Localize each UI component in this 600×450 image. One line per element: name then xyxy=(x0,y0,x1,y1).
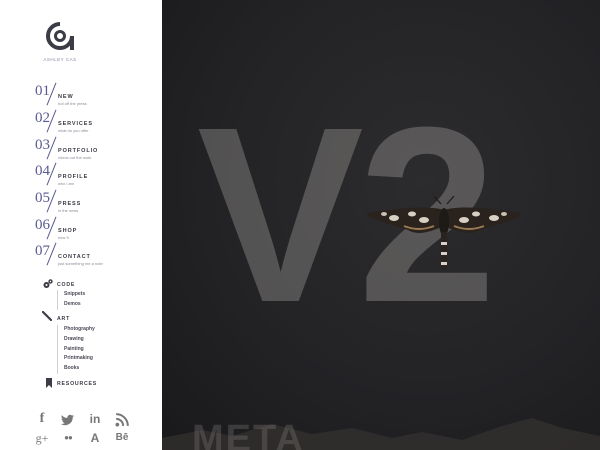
section-title-code[interactable]: CODE xyxy=(57,282,75,288)
nav-number: 01 xyxy=(35,83,50,99)
linkedin-icon[interactable]: in xyxy=(88,412,102,426)
nav-item-new[interactable]: 01 NEW hot off the press xyxy=(35,82,155,108)
nav-title: CONTACT xyxy=(58,254,91,260)
nav-item-portfolio[interactable]: 03 PORTFOLIO check out the work xyxy=(35,136,155,162)
a-icon[interactable]: A xyxy=(88,431,102,445)
brand-name: ASHLEY CAS xyxy=(43,57,77,62)
facebook-icon[interactable]: f xyxy=(35,412,49,426)
moth-image xyxy=(366,196,522,270)
nav-item-press[interactable]: 05 PRESS in the news xyxy=(35,189,155,215)
nav-subtitle: hot off the press xyxy=(58,101,87,106)
hero-panel: V2 META xyxy=(162,0,600,450)
nav-subtitle: check out the work xyxy=(58,155,92,160)
gears-icon xyxy=(43,279,53,288)
logo-icon[interactable] xyxy=(45,20,75,54)
nav-item-shop[interactable]: 06 SHOP new 5 xyxy=(35,216,155,242)
nav-number: 06 xyxy=(35,217,50,233)
nav-title: SHOP xyxy=(58,228,78,234)
flickr-icon[interactable]: ●● xyxy=(61,431,75,445)
nav-number: 05 xyxy=(35,190,50,206)
nav-subtitle: new 5 xyxy=(58,235,69,240)
nav-item-profile[interactable]: 04 PROFILE who i am xyxy=(35,162,155,188)
sidebar: ASHLEY CAS 01 NEW hot off the press 02 S… xyxy=(0,0,162,450)
nav-number: 02 xyxy=(35,110,50,126)
nav-title: SERVICES xyxy=(58,121,93,127)
nav-item-services[interactable]: 02 SERVICES what do you offer xyxy=(35,109,155,135)
sublink-books[interactable]: Books xyxy=(58,364,95,374)
nav-title: PRESS xyxy=(58,201,82,207)
sublink-photography[interactable]: Photography xyxy=(58,325,95,335)
nav-item-contact[interactable]: 07 CONTACT just something me a note xyxy=(35,242,155,268)
sublink-printmaking[interactable]: Printmaking xyxy=(58,354,95,364)
sublink-snippets[interactable]: Snippets xyxy=(58,290,85,300)
google-plus-icon[interactable]: g+ xyxy=(35,431,49,445)
sublink-drawing[interactable]: Drawing xyxy=(58,335,95,345)
section-title-resources[interactable]: RESOURCES xyxy=(57,381,97,387)
nav-subtitle: who i am xyxy=(58,181,75,186)
nav-title: NEW xyxy=(58,94,74,100)
hero-bottom-text: META xyxy=(192,418,305,450)
sublink-demos[interactable]: Demos xyxy=(58,300,85,310)
section-title-art[interactable]: ART xyxy=(57,316,70,322)
art-sublist: Photography Drawing Painting Printmaking… xyxy=(57,325,95,374)
nav-title: PROFILE xyxy=(58,174,89,180)
rss-icon[interactable] xyxy=(115,413,129,427)
pencil-icon xyxy=(42,311,52,321)
nav-number: 03 xyxy=(35,137,50,153)
nav-subtitle: just something me a note xyxy=(58,261,103,266)
behance-icon[interactable]: Bē xyxy=(115,431,129,445)
sublink-painting[interactable]: Painting xyxy=(58,345,95,355)
bookmark-icon xyxy=(46,378,52,388)
nav-number: 07 xyxy=(35,243,50,259)
twitter-icon[interactable] xyxy=(61,413,75,427)
code-sublist: Snippets Demos xyxy=(57,290,85,310)
nav-number: 04 xyxy=(35,163,50,179)
nav-subtitle: in the news xyxy=(58,208,79,213)
nav-title: PORTFOLIO xyxy=(58,148,99,154)
nav-subtitle: what do you offer xyxy=(58,128,89,133)
